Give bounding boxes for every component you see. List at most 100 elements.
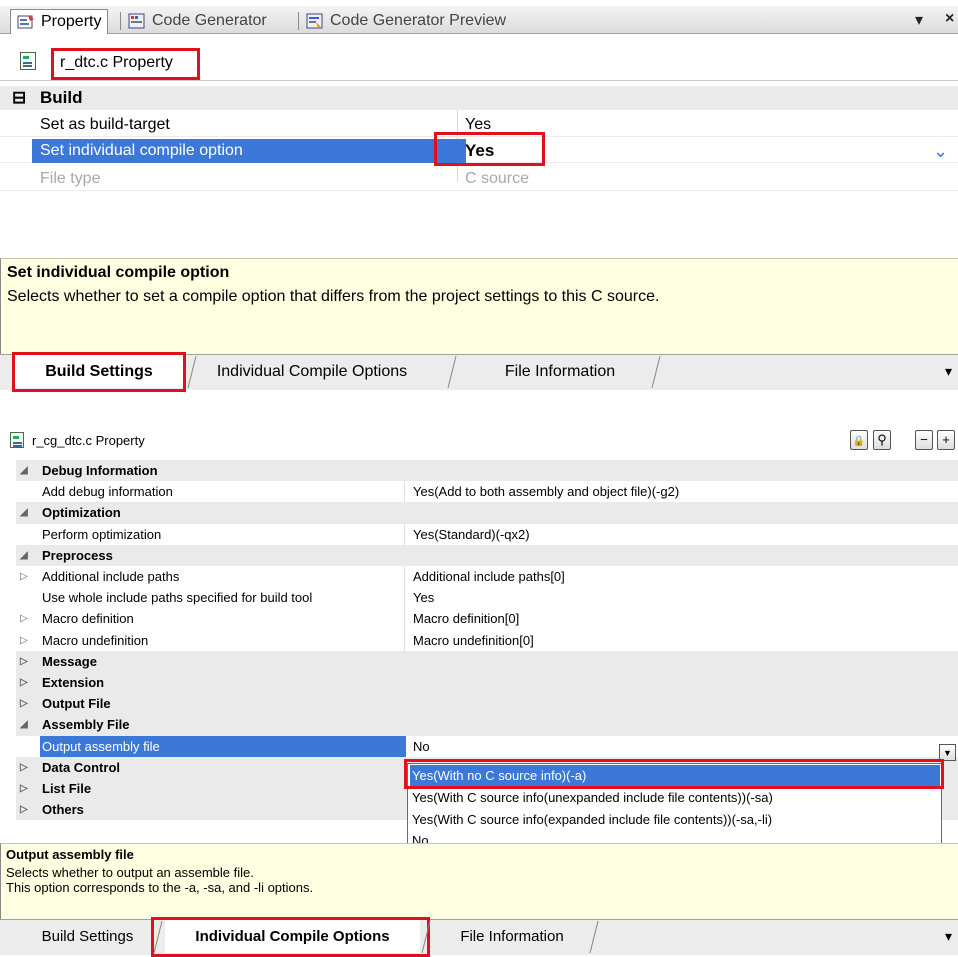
expand-arrow-icon[interactable]: ▷ [20,630,28,651]
category-row[interactable]: ◢ Debug Information [16,460,958,482]
property-name: File type [40,170,101,187]
category-row[interactable]: ◢ Optimization [16,502,958,524]
category-label: Build [40,88,83,107]
property-grid: ⊟ Build Set as build-target Yes Set indi… [0,83,958,233]
tab-separator [298,12,299,30]
category-label: Optimization [42,505,121,521]
description-text: This option corresponds to the -a, -sa, … [6,880,314,895]
category-label: Message [42,653,97,669]
tab-divider-lines [153,920,599,954]
property-value: Macro definition[0] [413,611,520,627]
property-name: Macro definition [42,611,134,627]
property-bottom-tabs: Build Settings Individual Compile Option… [0,352,958,392]
c-file-icon [20,52,36,70]
property-row-selected[interactable]: Output assembly file No [16,735,958,757]
option-highlight-box [404,759,944,789]
collapse-arrow-icon[interactable]: ◢ [20,714,28,735]
property-name: Output assembly file [40,735,406,757]
collapse-arrow-icon[interactable]: ◢ [20,460,28,481]
build-settings-property-panel: Property Code Generator Code Generator P… [0,0,958,395]
value-highlight-box [434,132,545,166]
tab-build-settings[interactable]: Build Settings [15,920,160,953]
expand-arrow-icon[interactable]: ▷ [20,778,28,799]
collapse-icon[interactable]: ⊟ [12,86,26,110]
property-row[interactable]: Add debug information Yes(Add to both ass… [16,481,958,502]
description-pane: Output assembly file Selects whether to … [0,843,958,919]
tab-menu-icon[interactable]: ▾ [945,363,952,380]
category-label: Output File [42,696,111,712]
expand-arrow-icon[interactable]: ▷ [20,608,28,629]
category-row[interactable]: ▷ Extension [16,672,958,694]
property-header: r_cg_dtc.c Property 🔒 ⚲ − + [0,428,958,456]
property-title: r_dtc.c Property [60,54,173,71]
description-title: Set individual compile option [7,264,230,281]
plus-icon: + [942,432,950,447]
expand-arrow-icon[interactable]: ▷ [20,757,28,778]
search-icon: ⚲ [877,432,887,447]
tab-separator [120,12,121,30]
tab-code-generator[interactable]: Code Generator [122,9,273,34]
collapse-arrow-icon[interactable]: ◢ [20,502,28,523]
expand-arrow-icon[interactable]: ▷ [20,799,28,820]
property-name: Set individual compile option [32,139,466,163]
code-generator-preview-icon [306,13,323,29]
category-row[interactable]: ◢ Assembly File [16,714,958,736]
category-label: Others [42,802,84,818]
property-header: r_dtc.c Property [0,45,958,81]
window-close-button[interactable]: × [945,10,954,28]
description-pane: Set individual compile option Selects wh… [0,258,958,354]
category-build[interactable]: ⊟ Build [0,86,958,110]
tab-menu-icon[interactable]: ▾ [945,928,952,945]
category-label: Extension [42,675,105,690]
property-name: Add debug information [42,484,173,500]
tab-property-label: Property [41,13,102,30]
category-label: Data Control [42,759,120,775]
property-title: r_cg_dtc.c Property [32,433,145,448]
chevron-down-icon[interactable]: ⌄ [933,139,948,163]
expand-arrow-icon[interactable]: ▷ [20,651,28,672]
search-button[interactable]: ⚲ [873,430,891,450]
tab-property[interactable]: Property [10,9,109,34]
tab-code-generator-preview[interactable]: Code Generator Preview [300,9,512,34]
property-value: C source [465,170,530,187]
collapse-all-button[interactable]: − [915,430,933,450]
c-file-icon [10,432,24,448]
property-icon [17,15,34,29]
tab-file-information[interactable]: File Information [460,355,660,388]
lock-icon: 🔒 [852,436,866,447]
lock-button[interactable]: 🔒 [850,430,868,450]
document-tab-bar: Property Code Generator Code Generator P… [0,6,958,34]
property-name: Additional include paths [42,569,180,584]
tab-divider-lines [187,355,457,389]
property-bottom-tabs: Build Settings Individual Compile Option… [0,917,958,957]
expand-arrow-icon[interactable]: ▷ [20,693,28,714]
property-row[interactable]: ▷ Macro definition Macro definition[0] [16,608,958,629]
expand-all-button[interactable]: + [937,430,955,450]
individual-compile-options-panel: r_cg_dtc.c Property 🔒 ⚲ − + ◢ Debug Infor… [0,395,958,957]
property-value: Yes(Standard)(-qx2) [413,526,530,542]
property-row[interactable]: Perform optimization Yes(Standard)(-qx2) [16,524,958,545]
property-value: Yes [413,590,435,606]
property-name: Perform optimization [42,526,162,542]
property-value: Macro undefinition[0] [413,632,534,648]
property-row[interactable]: Use whole include paths specified for bu… [16,587,958,608]
property-row-disabled: File type C source [0,167,958,191]
property-value: Additional include paths[0] [413,569,565,584]
tab-code-generator-preview-label: Code Generator Preview [330,12,507,29]
window-menu-dropdown[interactable]: ▾ [915,10,923,30]
dropdown-option[interactable]: Yes(With C source info(unexpanded includ… [410,787,940,808]
property-value[interactable]: No [413,736,430,757]
category-row[interactable]: ◢ Preprocess [16,544,958,566]
dropdown-option[interactable]: Yes(With C source info(expanded include … [410,809,940,830]
tab-file-information-label: File Information [504,363,616,380]
expand-arrow-icon[interactable]: ▷ [20,672,28,693]
property-name: Macro undefinition [42,632,149,648]
tab-code-generator-label: Code Generator [152,12,267,29]
code-generator-icon [128,13,145,29]
collapse-arrow-icon[interactable]: ◢ [20,545,28,566]
category-row[interactable]: ▷ Output File [16,693,958,715]
property-row[interactable]: ▷ Macro undefinition Macro undefinition[0] [16,630,958,651]
category-row[interactable]: ▷ Message [16,650,958,672]
property-row[interactable]: ▷ Additional include paths Additional incl… [16,566,958,587]
expand-arrow-icon[interactable]: ▷ [20,566,28,587]
